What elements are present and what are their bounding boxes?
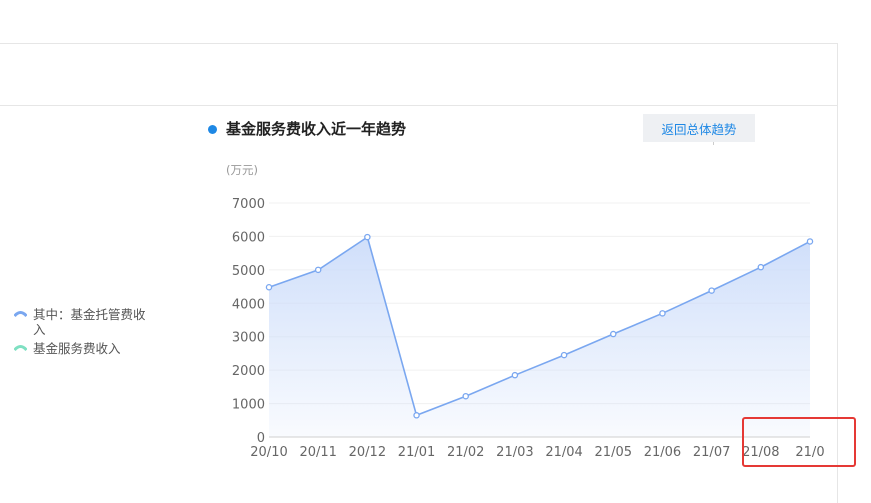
x-tick-label: 20/10 — [250, 445, 287, 460]
y-tick-label: 7000 — [232, 197, 265, 212]
data-point[interactable] — [511, 371, 519, 379]
data-point[interactable] — [806, 238, 814, 245]
data-point[interactable] — [708, 287, 715, 294]
x-tick-label: 21/03 — [496, 445, 533, 460]
x-tick-label: 20/12 — [349, 445, 386, 460]
data-point[interactable] — [757, 263, 765, 271]
data-point[interactable] — [610, 330, 617, 338]
data-point[interactable] — [560, 351, 568, 359]
x-tick-label: 21/01 — [398, 445, 435, 460]
y-tick-label: 2000 — [232, 364, 265, 379]
data-point[interactable] — [265, 283, 273, 291]
data-point[interactable] — [462, 392, 469, 400]
data-point[interactable] — [413, 412, 420, 419]
x-tick-label: 20/11 — [299, 445, 336, 460]
data-point[interactable] — [659, 310, 666, 317]
y-tick-label: 3000 — [232, 331, 265, 346]
x-tick-label: 21/07 — [693, 445, 730, 460]
y-tick-label: 1000 — [232, 398, 265, 413]
data-point[interactable] — [314, 266, 322, 274]
x-tick-label: 21/06 — [644, 445, 681, 460]
y-tick-label: 0 — [257, 431, 265, 446]
y-tick-label: 4000 — [232, 297, 265, 312]
trend-chart: 0 1000 2000 3000 4000 5000 6000 7000 20/10 20/11 2… — [232, 197, 825, 460]
x-tick-label: 21/04 — [545, 445, 582, 460]
x-tick-label: 21/02 — [447, 445, 484, 460]
highlight-box — [742, 417, 856, 467]
y-tick-label: 5000 — [232, 264, 265, 279]
y-tick-label: 6000 — [232, 230, 265, 245]
x-tick-label: 21/05 — [595, 445, 632, 460]
data-point[interactable] — [364, 233, 371, 241]
